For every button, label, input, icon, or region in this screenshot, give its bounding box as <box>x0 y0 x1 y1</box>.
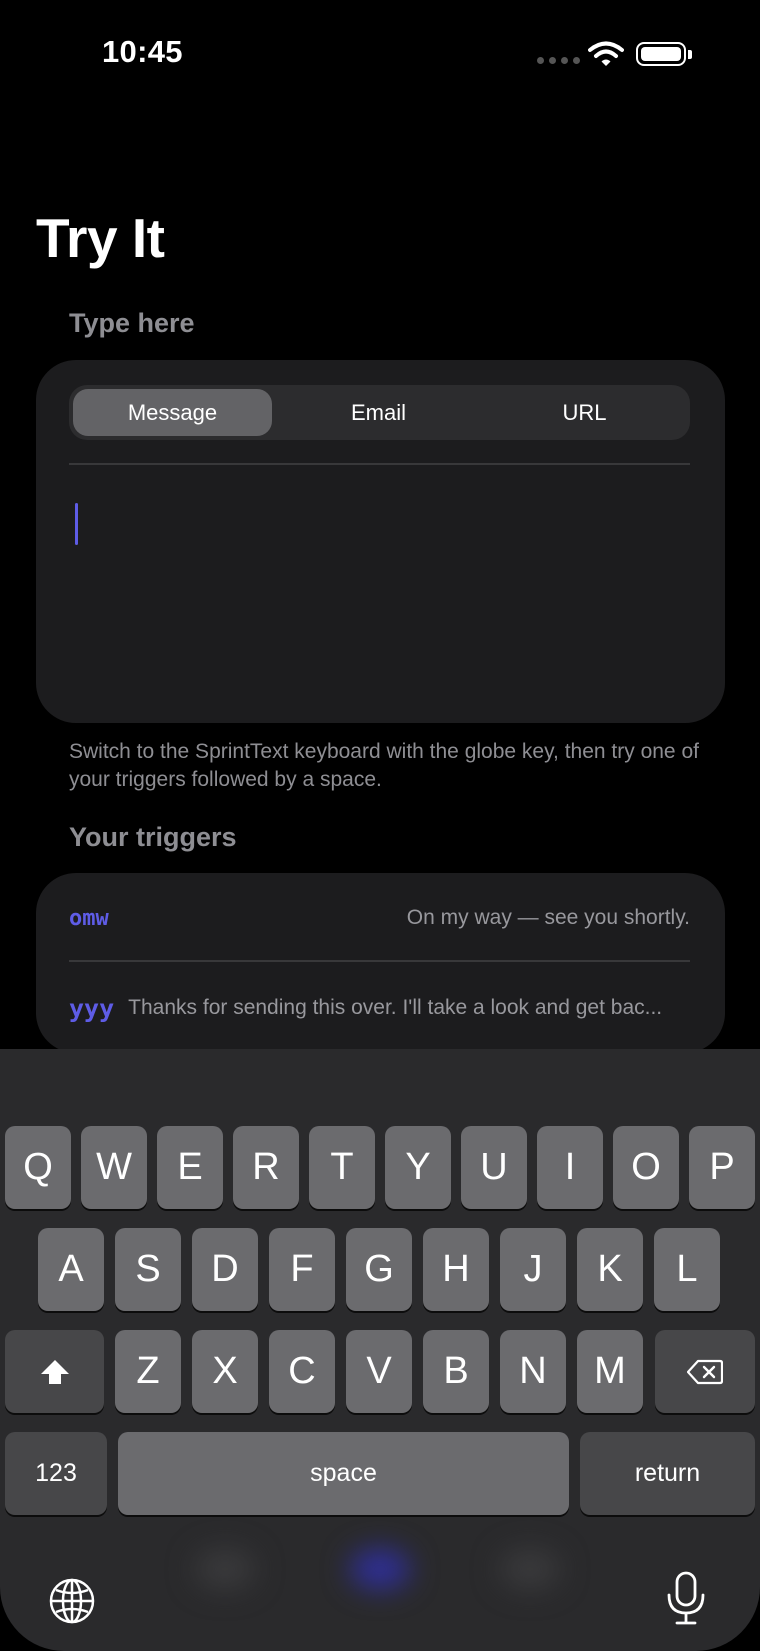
key-m[interactable]: M <box>577 1330 643 1413</box>
key-d[interactable]: D <box>192 1228 258 1311</box>
return-key[interactable]: return <box>580 1432 755 1515</box>
segment-email[interactable]: Email <box>279 389 478 436</box>
card-divider <box>69 463 690 465</box>
shift-icon <box>40 1359 69 1384</box>
input-type-segmented-control[interactable]: Message Email URL <box>69 385 690 440</box>
key-t[interactable]: T <box>309 1126 375 1209</box>
numbers-key[interactable]: 123 <box>5 1432 107 1515</box>
dock-blur <box>195 1549 255 1589</box>
key-s[interactable]: S <box>115 1228 181 1311</box>
key-h[interactable]: H <box>423 1228 489 1311</box>
text-input-area[interactable] <box>69 480 690 705</box>
trigger-expansion: Thanks for sending this over. I'll take … <box>128 996 663 1019</box>
dock-blur <box>500 1549 560 1589</box>
trigger-row[interactable]: yyy Thanks for sending this over. I'll t… <box>69 990 690 1026</box>
trigger-keyword: yyy <box>69 993 115 1023</box>
key-k[interactable]: K <box>577 1228 643 1311</box>
page-title: Try It <box>36 207 165 269</box>
shift-key[interactable] <box>5 1330 104 1413</box>
wifi-icon <box>588 40 624 73</box>
key-f[interactable]: F <box>269 1228 335 1311</box>
triggers-header: Your triggers <box>69 822 237 852</box>
key-z[interactable]: Z <box>115 1330 181 1413</box>
type-here-header: Type here <box>69 308 195 338</box>
key-v[interactable]: V <box>346 1330 412 1413</box>
key-p[interactable]: P <box>689 1126 755 1209</box>
key-r[interactable]: R <box>233 1126 299 1209</box>
dock-blur-accent <box>350 1549 410 1589</box>
key-a[interactable]: A <box>38 1228 104 1311</box>
delete-key[interactable] <box>655 1330 755 1413</box>
battery-nub <box>688 50 692 59</box>
trigger-divider <box>69 960 690 962</box>
microphone-icon[interactable] <box>665 1571 707 1632</box>
key-j[interactable]: J <box>500 1228 566 1311</box>
keyboard: Q W E R T Y U I O P A S D F G H J K L Z … <box>0 1049 760 1651</box>
space-key[interactable]: space <box>118 1432 569 1515</box>
key-q[interactable]: Q <box>5 1126 71 1209</box>
key-l[interactable]: L <box>654 1228 720 1311</box>
trigger-row[interactable]: omw On my way — see you shortly. <box>69 900 690 936</box>
key-c[interactable]: C <box>269 1330 335 1413</box>
battery-icon <box>636 42 686 66</box>
key-e[interactable]: E <box>157 1126 223 1209</box>
key-y[interactable]: Y <box>385 1126 451 1209</box>
trigger-keyword: omw <box>69 905 109 931</box>
keyboard-hint-text: Switch to the SprintText keyboard with t… <box>69 740 699 791</box>
segment-message[interactable]: Message <box>73 389 272 436</box>
text-caret <box>75 503 78 545</box>
key-i[interactable]: I <box>537 1126 603 1209</box>
globe-icon[interactable] <box>48 1577 96 1630</box>
key-n[interactable]: N <box>500 1330 566 1413</box>
backspace-icon <box>687 1359 723 1384</box>
key-b[interactable]: B <box>423 1330 489 1413</box>
segment-url[interactable]: URL <box>485 389 684 436</box>
key-u[interactable]: U <box>461 1126 527 1209</box>
cellular-signal-icon <box>537 57 580 64</box>
key-g[interactable]: G <box>346 1228 412 1311</box>
trigger-expansion: On my way — see you shortly. <box>406 906 690 929</box>
key-w[interactable]: W <box>81 1126 147 1209</box>
key-o[interactable]: O <box>613 1126 679 1209</box>
key-x[interactable]: X <box>192 1330 258 1413</box>
status-time: 10:45 <box>102 34 183 69</box>
